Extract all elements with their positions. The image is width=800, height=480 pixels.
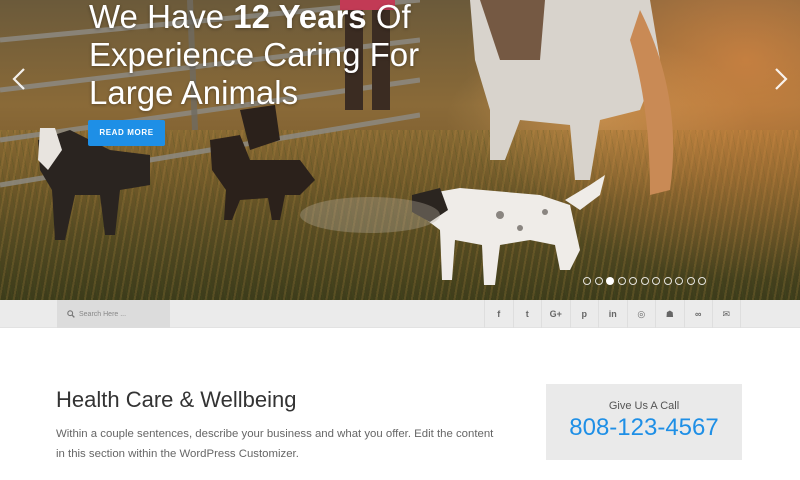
- social-pinterest-link[interactable]: p: [569, 300, 599, 328]
- social-email-link[interactable]: ✉: [712, 300, 741, 328]
- slider-next-button[interactable]: [770, 64, 792, 94]
- link-icon: ∞: [695, 309, 702, 319]
- slider-dot-8[interactable]: [663, 277, 672, 285]
- hero-headline: We Have 12 Years Of Experience Caring Fo…: [89, 0, 449, 112]
- social-google-plus-link[interactable]: G+: [541, 300, 570, 328]
- slider-dot-10[interactable]: [686, 277, 695, 285]
- pinterest-icon: p: [581, 309, 588, 319]
- social-facebook-link[interactable]: f: [484, 300, 513, 328]
- social-github-link[interactable]: ☗: [655, 300, 684, 328]
- section-title: Health Care & Wellbeing: [56, 387, 297, 412]
- search-icon: [67, 310, 75, 318]
- social-dribbble-link[interactable]: ◎: [626, 300, 656, 328]
- hero-headline-emphasis: 12 Years: [233, 0, 367, 35]
- hero-headline-text-1: We Have: [89, 0, 234, 35]
- facebook-icon: f: [497, 309, 501, 319]
- chevron-left-icon: [12, 68, 25, 90]
- social-twitter-link[interactable]: t: [512, 300, 542, 328]
- read-more-button[interactable]: READ MORE: [88, 120, 165, 146]
- social-links: f t G+ p in ◎ ☗ ∞ ✉: [484, 300, 741, 328]
- github-icon: ☗: [665, 308, 674, 319]
- call-to-action-box: Give Us A Call 808-123-4567: [546, 384, 742, 460]
- slider-pagination: [583, 277, 706, 285]
- chevron-right-icon: [775, 68, 788, 90]
- slider-dot-9[interactable]: [675, 277, 683, 285]
- search-placeholder: Search Here ...: [79, 310, 127, 318]
- social-linkedin-link[interactable]: in: [598, 300, 627, 328]
- twitter-icon: t: [525, 309, 529, 319]
- slider-dot-11[interactable]: [698, 277, 706, 285]
- slider-prev-button[interactable]: [8, 64, 30, 94]
- slider-dot-5[interactable]: [629, 277, 637, 285]
- google-plus-icon: G+: [549, 309, 562, 319]
- email-icon: ✉: [722, 308, 731, 319]
- hero-slider: We Have 12 Years Of Experience Caring Fo…: [0, 0, 800, 300]
- dribbble-icon: ◎: [637, 308, 646, 319]
- social-link-link[interactable]: ∞: [683, 300, 713, 328]
- call-label: Give Us A Call: [608, 400, 680, 412]
- slider-dot-3[interactable]: [606, 277, 614, 285]
- slider-dot-7[interactable]: [652, 277, 660, 285]
- slider-dot-6[interactable]: [640, 277, 649, 285]
- slider-dot-4[interactable]: [617, 277, 626, 285]
- linkedin-icon: in: [608, 309, 617, 319]
- slider-dot-1[interactable]: [583, 277, 591, 285]
- phone-number-link[interactable]: 808-123-4567: [546, 414, 742, 442]
- slider-dot-2[interactable]: [594, 277, 603, 285]
- section-description: Within a couple sentences, describe your…: [56, 428, 494, 460]
- search-input[interactable]: Search Here ...: [57, 300, 170, 328]
